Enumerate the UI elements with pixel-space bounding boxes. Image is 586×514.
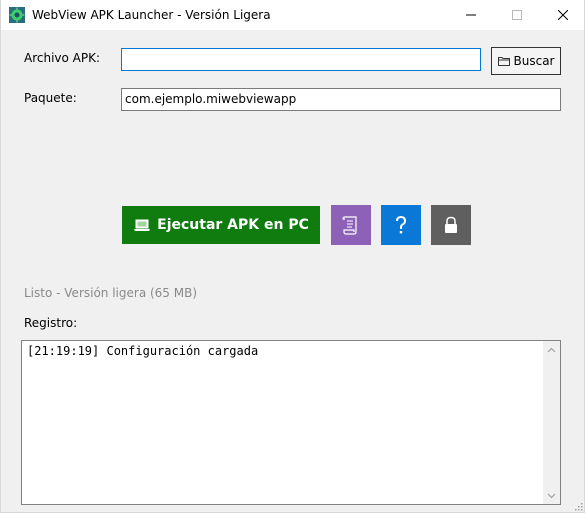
run-apk-button[interactable]: Ejecutar APK en PC — [122, 206, 320, 244]
apk-file-input[interactable] — [121, 48, 481, 71]
chevron-down-icon — [547, 493, 556, 498]
laptop-icon — [134, 219, 151, 231]
app-window: WebView APK Launcher - Versión Ligera Ar… — [0, 0, 585, 513]
browse-button-label: Buscar — [513, 54, 555, 68]
package-input[interactable]: com.ejemplo.miwebviewapp — [121, 88, 561, 111]
scroll-down-button[interactable] — [543, 487, 560, 504]
minimize-button[interactable] — [448, 0, 494, 30]
chevron-up-icon — [547, 347, 556, 352]
question-icon — [396, 215, 407, 234]
lock-icon — [445, 216, 457, 233]
scroll-up-button[interactable] — [543, 341, 560, 358]
apk-file-label: Archivo APK: — [24, 51, 101, 65]
log-button[interactable] — [331, 205, 371, 245]
lock-button[interactable] — [431, 205, 471, 245]
android-icon — [9, 7, 25, 23]
maximize-button[interactable] — [494, 0, 540, 30]
status-text: Listo - Versión ligera (65 MB) — [24, 286, 198, 300]
window-title: WebView APK Launcher - Versión Ligera — [32, 8, 271, 22]
maximize-icon — [512, 10, 522, 20]
folder-icon — [497, 57, 510, 66]
close-icon — [558, 10, 568, 20]
run-apk-button-label: Ejecutar APK en PC — [157, 217, 309, 233]
log-content: [21:19:19] Configuración cargada — [27, 344, 259, 358]
resize-grip-icon[interactable] — [573, 501, 583, 511]
browse-button[interactable]: Buscar — [491, 47, 561, 75]
help-button[interactable] — [381, 205, 421, 245]
minimize-icon — [466, 14, 476, 16]
log-label: Registro: — [24, 316, 78, 330]
close-button[interactable] — [540, 0, 586, 30]
log-textarea[interactable]: [21:19:19] Configuración cargada — [21, 340, 561, 505]
scroll-icon — [342, 216, 357, 235]
log-scrollbar[interactable] — [543, 341, 560, 504]
package-label: Paquete: — [24, 91, 77, 105]
title-bar: WebView APK Launcher - Versión Ligera — [1, 0, 584, 30]
